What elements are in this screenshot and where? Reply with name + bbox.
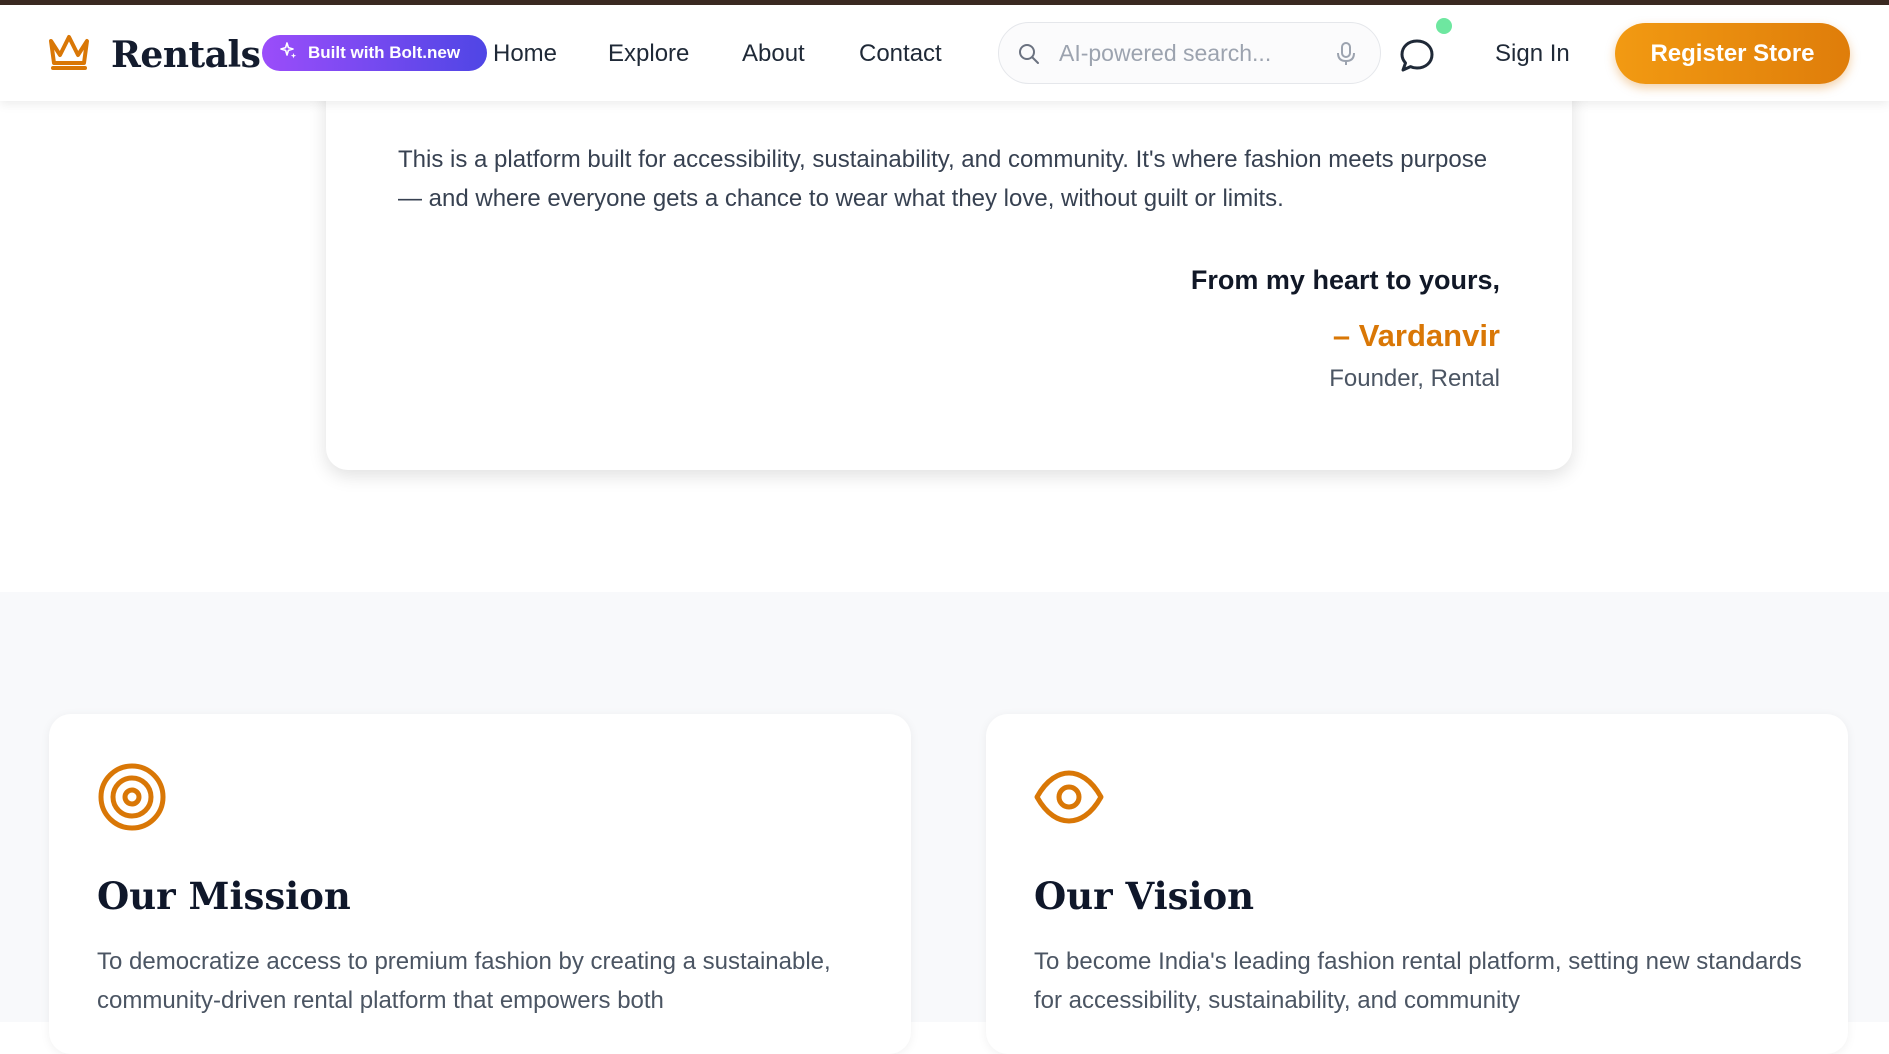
search-bar[interactable]: AI-powered search... — [998, 22, 1381, 84]
mission-card: Our Mission To democratize access to pre… — [49, 714, 911, 1054]
founder-letter-card: This is a platform built for accessibili… — [326, 60, 1572, 470]
vision-card: Our Vision To become India's leading fas… — [986, 714, 1848, 1054]
sparkle-icon — [280, 41, 308, 65]
brand-logo-link[interactable]: Rentals — [47, 33, 261, 76]
search-input[interactable]: AI-powered search... — [1059, 40, 1271, 67]
nav-about[interactable]: About — [742, 40, 805, 68]
eye-icon — [1034, 762, 1104, 837]
signer-role: Founder, Rental — [1329, 365, 1500, 392]
site-header: Rentals Built with Bolt.new Home Explore… — [0, 5, 1889, 101]
microphone-icon[interactable] — [1336, 41, 1356, 72]
crown-icon — [47, 33, 91, 76]
letter-closing: From my heart to yours, — [1190, 265, 1500, 295]
sign-in-link[interactable]: Sign In — [1495, 40, 1570, 68]
search-icon — [1017, 42, 1041, 71]
letter-signer: – Vardanvir — [1332, 318, 1500, 353]
mission-description: To democratize access to premium fashion… — [97, 948, 831, 1014]
badge-label: Built with Bolt.new — [308, 43, 461, 62]
online-status-dot — [1436, 18, 1452, 34]
chat-bubble-icon[interactable] — [1398, 37, 1436, 80]
nav-explore[interactable]: Explore — [608, 40, 689, 68]
mission-vision-section: Our Mission To democratize access to pre… — [0, 592, 1889, 1054]
nav-contact[interactable]: Contact — [859, 40, 942, 68]
target-icon — [97, 762, 167, 837]
mission-title: Our Mission — [97, 874, 351, 918]
vision-title: Our Vision — [1034, 874, 1255, 918]
vision-description: To become India's leading fashion rental… — [1034, 948, 1802, 1014]
built-with-bolt-badge[interactable]: Built with Bolt.new — [262, 35, 487, 71]
brand-name: Rentals — [111, 33, 261, 76]
nav-home[interactable]: Home — [493, 40, 557, 68]
register-store-button[interactable]: Register Store — [1615, 23, 1850, 84]
letter-body: This is a platform built for accessibili… — [398, 146, 1488, 212]
